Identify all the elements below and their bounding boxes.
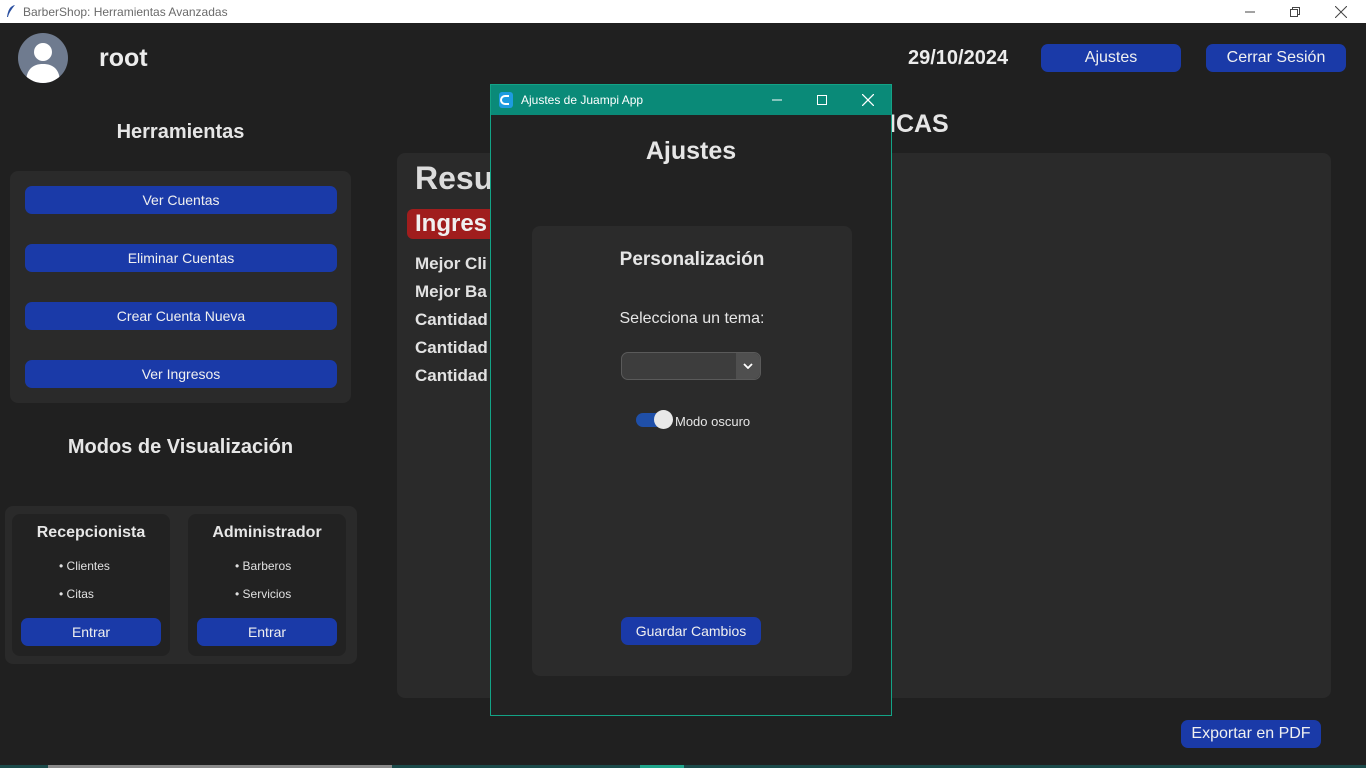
feather-icon	[5, 4, 17, 18]
create-account-button[interactable]: Crear Cuenta Nueva	[25, 302, 337, 330]
admin-card: Administrador • Barberos • Servicios Ent…	[188, 514, 346, 656]
dialog-heading: Ajustes	[645, 137, 737, 165]
dark-mode-toggle[interactable]	[636, 410, 673, 429]
personalization-panel: Personalización Selecciona un tema: Modo…	[532, 226, 852, 676]
income-badge-label: Ingres	[415, 210, 488, 237]
receptionist-card: Recepcionista • Clientes • Citas Entrar	[12, 514, 170, 656]
modes-title: Modos de Visualización	[67, 436, 294, 458]
dialog-close-button[interactable]	[846, 85, 890, 115]
view-income-button[interactable]: Ver Ingresos	[25, 360, 337, 388]
window-title: BarberShop: Herramientas Avanzadas	[23, 5, 228, 19]
close-button[interactable]	[1318, 0, 1364, 23]
summary-title: Resu	[415, 160, 494, 196]
restore-button[interactable]	[1272, 0, 1318, 23]
window-titlebar: BarberShop: Herramientas Avanzadas	[0, 0, 1366, 23]
close-icon	[1335, 5, 1347, 18]
dialog-maximize-button[interactable]	[800, 85, 844, 115]
logout-button[interactable]: Cerrar Sesión	[1206, 44, 1346, 72]
minimize-button[interactable]	[1227, 0, 1273, 23]
role-title: Administrador	[212, 524, 322, 541]
view-accounts-button[interactable]: Ver Cuentas	[25, 186, 337, 214]
receptionist-enter-button[interactable]: Entrar	[21, 618, 161, 646]
current-date: 29/10/2024	[908, 47, 1009, 69]
theme-select[interactable]	[621, 352, 761, 380]
stat-quantity: Cantidad	[415, 338, 488, 357]
avatar	[18, 33, 68, 83]
minimize-icon	[772, 99, 782, 101]
admin-enter-button[interactable]: Entrar	[197, 618, 337, 646]
dark-mode-label: Modo oscuro	[675, 414, 751, 429]
stat-best-barber: Mejor Ba	[415, 282, 487, 301]
dialog-titlebar: Ajustes de Juampi App	[491, 85, 891, 115]
app-icon	[499, 92, 513, 108]
role-item: • Servicios	[235, 587, 292, 601]
export-pdf-button[interactable]: Exportar en PDF	[1181, 720, 1321, 748]
personalization-title: Personalización	[619, 249, 765, 270]
theme-label: Selecciona un tema:	[619, 310, 765, 327]
tools-title: Herramientas	[116, 121, 245, 143]
user-icon	[26, 43, 60, 83]
settings-button[interactable]: Ajustes	[1041, 44, 1181, 72]
settings-dialog: Ajustes de Juampi App Ajustes Personaliz…	[490, 84, 892, 716]
stat-best-client: Mejor Cli	[415, 254, 487, 273]
chevron-down-icon[interactable]	[736, 353, 760, 379]
restore-icon	[1290, 6, 1300, 17]
role-item: • Citas	[59, 587, 94, 601]
role-title: Recepcionista	[36, 524, 146, 541]
statistics-header: ICAS	[889, 110, 949, 138]
close-icon	[862, 94, 874, 106]
minimize-icon	[1245, 11, 1255, 12]
maximize-icon	[817, 95, 827, 105]
role-item: • Barberos	[235, 559, 292, 573]
toggle-knob	[654, 410, 673, 429]
save-changes-button[interactable]: Guardar Cambios	[621, 617, 761, 645]
dialog-minimize-button[interactable]	[755, 85, 799, 115]
username: root	[99, 44, 148, 72]
dialog-title: Ajustes de Juampi App	[521, 93, 644, 107]
role-item: • Clientes	[59, 559, 110, 573]
stat-quantity: Cantidad	[415, 310, 488, 329]
stat-quantity: Cantidad	[415, 366, 488, 385]
delete-accounts-button[interactable]: Eliminar Cuentas	[25, 244, 337, 272]
